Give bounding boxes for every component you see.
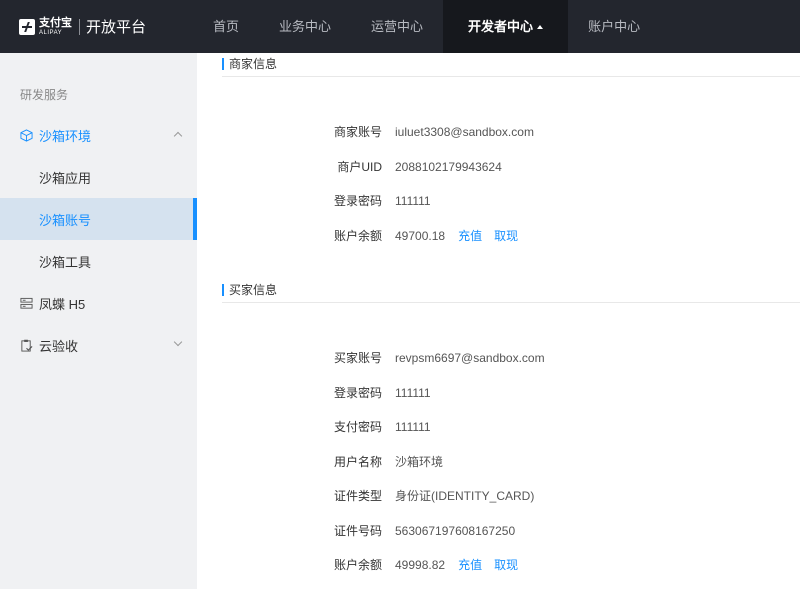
buyer-id-type-row: 证件类型 身份证(IDENTITY_CARD)	[197, 488, 534, 504]
merchant-uid-row: 商户UID 2088102179943624	[197, 159, 502, 175]
sidebar: 研发服务 沙箱环境 沙箱应用 沙箱账号 沙箱工具 凤蝶 H5 云验收	[0, 53, 197, 589]
field-label: 账户余额	[333, 229, 382, 243]
buyer-pay-password-row: 支付密码 111111	[197, 419, 431, 435]
sidebar-item-cloud-acceptance[interactable]: 云验收	[0, 324, 197, 366]
field-value: 身份证(IDENTITY_CARD)	[395, 489, 535, 503]
field-label: 账户余额	[333, 558, 382, 572]
field-value: 111111	[395, 386, 431, 400]
field-value: iuluet3308@sandbox.com	[395, 125, 534, 139]
field-value: 111111	[395, 420, 431, 434]
merchant-password-row: 登录密码 111111	[197, 193, 431, 209]
nav-home[interactable]: 首页	[193, 0, 259, 53]
alipay-logo-icon	[19, 18, 35, 35]
field-label: 买家账号	[333, 351, 382, 365]
buyer-id-number-row: 证件号码 563067197608167250	[197, 523, 515, 539]
field-label: 证件号码	[333, 524, 382, 538]
caret-up-icon	[537, 24, 544, 29]
sidebar-item-label: 凤蝶 H5	[39, 296, 86, 312]
field-value: 沙箱环境	[395, 455, 444, 469]
server-icon	[20, 297, 33, 309]
field-value: 563067197608167250	[395, 524, 516, 538]
field-label: 商户UID	[337, 160, 382, 174]
sidebar-item-label: 沙箱账号	[39, 212, 92, 228]
nav-developer-center[interactable]: 开发者中心	[443, 0, 569, 53]
nav-account-center[interactable]: 账户中心	[568, 0, 660, 53]
alipay-logo[interactable]: 支付宝 ALIPAY 开放平台	[0, 0, 176, 53]
buyer-login-password-row: 登录密码 111111	[197, 385, 431, 401]
buyer-username-row: 用户名称 沙箱环境	[197, 454, 443, 470]
section-marker	[222, 57, 224, 70]
logo-text-cn: 支付宝	[39, 16, 72, 29]
sidebar-item-sandbox-env[interactable]: 沙箱环境	[0, 114, 197, 156]
merchant-account-row: 商家账号 iuluet3308@sandbox.com	[197, 124, 534, 140]
nav-business-center[interactable]: 业务中心	[259, 0, 351, 53]
top-nav-bar: 支付宝 ALIPAY 开放平台 首页 业务中心 运营中心 开发者中心 账户中心	[0, 0, 800, 53]
field-value: 111111	[395, 194, 431, 208]
buyer-withdraw-link[interactable]: 取现	[494, 557, 518, 573]
logo-text-en: ALIPAY	[39, 29, 63, 36]
nav-operations-center[interactable]: 运营中心	[351, 0, 443, 53]
field-label: 用户名称	[333, 455, 382, 469]
sidebar-item-sandbox-apps[interactable]: 沙箱应用	[0, 156, 197, 198]
field-label: 登录密码	[333, 194, 382, 208]
sidebar-item-label: 沙箱工具	[39, 254, 92, 270]
sidebar-item-sandbox-tools[interactable]: 沙箱工具	[0, 240, 197, 282]
chevron-up-icon[interactable]	[173, 131, 183, 141]
merchant-balance-row: 账户余额 49700.18 充值 取现	[197, 228, 518, 244]
main-nav: 首页 业务中心 运营中心 开发者中心 账户中心	[193, 0, 660, 53]
sidebar-item-label: 沙箱应用	[39, 170, 92, 186]
cube-icon	[20, 128, 33, 142]
buyer-balance-row: 账户余额 49998.82 充值 取现	[197, 557, 518, 573]
buyer-recharge-link[interactable]: 充值	[458, 557, 482, 573]
buyer-section-title: 买家信息	[222, 281, 277, 298]
nav-developer-center-label: 开发者中心	[468, 19, 534, 34]
field-label: 支付密码	[333, 420, 382, 434]
field-value: 49998.82	[395, 558, 446, 572]
chevron-down-icon[interactable]	[173, 337, 183, 347]
logo-divider	[79, 18, 80, 35]
merchant-withdraw-link[interactable]: 取现	[494, 228, 518, 244]
field-value: revpsm6697@sandbox.com	[395, 351, 545, 365]
sidebar-item-fengdie-h5[interactable]: 凤蝶 H5	[0, 282, 197, 324]
field-value: 49700.18	[395, 229, 446, 243]
clipboard-check-icon	[21, 339, 33, 352]
merchant-recharge-link[interactable]: 充值	[458, 228, 482, 244]
section-divider	[222, 76, 800, 77]
sidebar-item-label: 云验收	[39, 338, 79, 354]
section-title-text: 商家信息	[229, 57, 278, 71]
field-label: 登录密码	[333, 386, 382, 400]
field-label: 证件类型	[333, 489, 382, 503]
merchant-section-title: 商家信息	[222, 55, 277, 72]
main-content: 商家信息 商家账号 iuluet3308@sandbox.com 商户UID 2…	[197, 53, 800, 589]
field-value: 2088102179943624	[395, 160, 502, 174]
platform-title: 开放平台	[86, 19, 147, 36]
sidebar-item-label: 沙箱环境	[39, 128, 92, 144]
sidebar-item-sandbox-accounts[interactable]: 沙箱账号	[0, 198, 197, 240]
section-title-text: 买家信息	[229, 283, 278, 297]
field-label: 商家账号	[333, 125, 382, 139]
section-divider	[222, 302, 800, 303]
sidebar-section-title: 研发服务	[20, 88, 69, 102]
section-marker	[222, 283, 224, 296]
buyer-account-row: 买家账号 revpsm6697@sandbox.com	[197, 350, 545, 366]
